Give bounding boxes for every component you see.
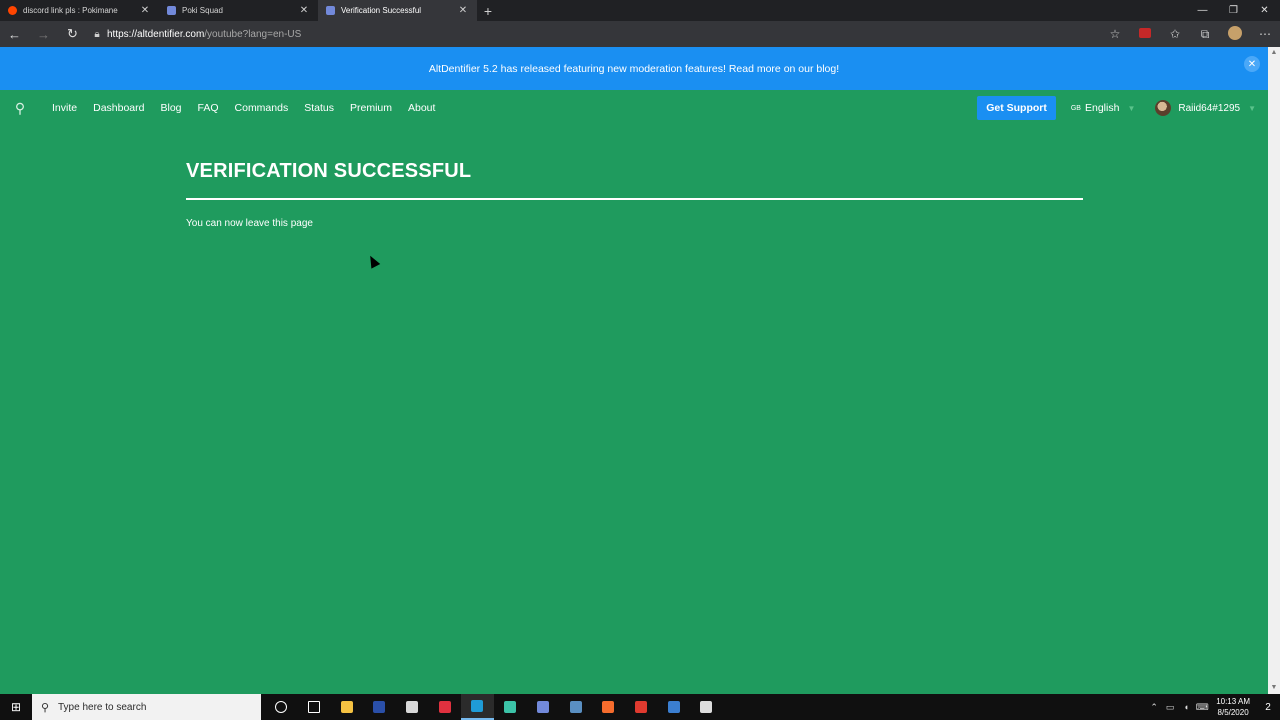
chevron-down-icon: ▼ xyxy=(1127,103,1136,113)
file-explorer-icon[interactable] xyxy=(330,694,363,720)
language-label: English xyxy=(1084,102,1120,114)
game-launcher-icon[interactable] xyxy=(527,694,560,720)
close-banner-icon[interactable]: ✕ xyxy=(1244,56,1260,72)
chevron-up-icon[interactable]: ⌃ xyxy=(1146,702,1162,713)
scroll-up-icon[interactable]: ▲ xyxy=(1268,47,1280,59)
edge-icon[interactable] xyxy=(461,694,494,720)
nav-status[interactable]: Status xyxy=(304,102,334,114)
tab-title: discord link pls : Pokimane xyxy=(23,6,118,15)
user-menu[interactable]: Raiid64#1295 ▼ xyxy=(1155,100,1256,116)
chevron-down-icon: ▼ xyxy=(1248,103,1256,113)
clock[interactable]: 10:13 AM 8/5/2020 xyxy=(1216,696,1250,718)
title-divider xyxy=(186,198,1083,200)
site-navbar: ⚲ Invite Dashboard Blog FAQ Commands Sta… xyxy=(0,90,1268,126)
browser-tab-bar: discord link pls : Pokimane ✕ Poki Squad… xyxy=(0,0,1280,21)
nav-invite[interactable]: Invite xyxy=(52,102,77,114)
site-logo-icon[interactable]: ⚲ xyxy=(0,100,40,117)
toolbar-actions: ☆ ✩ ⧉ ⋯ xyxy=(1100,21,1280,47)
obs-icon[interactable] xyxy=(396,694,429,720)
extension-icon[interactable] xyxy=(1130,27,1160,41)
scroll-down-icon[interactable]: ▼ xyxy=(1268,682,1280,694)
close-tab-icon[interactable]: ✕ xyxy=(298,5,310,16)
discord-like-icon[interactable] xyxy=(494,694,527,720)
url-host: https://altdentifier.com xyxy=(107,28,205,40)
discord-icon xyxy=(167,6,176,15)
profile-icon[interactable] xyxy=(1220,25,1250,43)
collections-icon[interactable]: ⧉ xyxy=(1190,27,1220,42)
favorite-star-icon[interactable]: ☆ xyxy=(1100,27,1130,41)
reddit-icon xyxy=(8,6,17,15)
windows-taskbar: ⊞ ⚲ Type here to search ⌃ ▭ ◖ ⌨ 10:13 AM… xyxy=(0,694,1280,720)
nav-dashboard[interactable]: Dashboard xyxy=(93,102,144,114)
page-content: ⚲ Invite Dashboard Blog FAQ Commands Sta… xyxy=(0,90,1268,694)
origin-icon[interactable] xyxy=(592,694,625,720)
browser-toolbar: ← → ↻ 🔒︎ https://altdentifier.com/youtub… xyxy=(0,21,1280,47)
taskbar-apps xyxy=(265,694,723,720)
new-tab-button[interactable]: + xyxy=(477,0,499,21)
get-support-button[interactable]: Get Support xyxy=(977,96,1056,120)
roblox-icon[interactable] xyxy=(625,694,658,720)
taskbar-search[interactable]: ⚲ Type here to search xyxy=(32,694,261,720)
avatar xyxy=(1155,100,1172,116)
mouse-cursor-icon xyxy=(365,253,381,269)
close-tab-icon[interactable]: ✕ xyxy=(139,5,151,16)
page-title: VERIFICATION SUCCESSFUL xyxy=(186,160,472,182)
uk-flag-icon: GB xyxy=(1070,104,1081,112)
volume-icon[interactable]: ◖ xyxy=(1178,702,1194,712)
username: Raiid64#1295 xyxy=(1178,102,1241,114)
photoshop-icon[interactable] xyxy=(363,694,396,720)
status-message: You can now leave this page xyxy=(186,218,313,229)
announcement-banner: AltDentifier 5.2 has released featuring … xyxy=(0,47,1268,90)
system-tray: ⌃ ▭ ◖ ⌨ 10:13 AM 8/5/2020 2 xyxy=(1146,694,1280,720)
back-icon[interactable]: ← xyxy=(0,21,29,47)
tab-pokimane[interactable]: discord link pls : Pokimane ✕ xyxy=(0,0,159,21)
announcement-text[interactable]: AltDentifier 5.2 has released featuring … xyxy=(429,63,839,75)
more-icon[interactable]: ⋯ xyxy=(1250,27,1280,41)
clock-time: 10:13 AM xyxy=(1216,697,1250,706)
close-tab-icon[interactable]: ✕ xyxy=(457,5,469,16)
lock-icon: 🔒︎ xyxy=(94,28,100,40)
search-placeholder: Type here to search xyxy=(58,701,147,713)
tab-title: Verification Successful xyxy=(341,6,422,15)
nav-about[interactable]: About xyxy=(408,102,435,114)
vertical-scrollbar[interactable]: ▲ ▼ xyxy=(1268,47,1280,694)
refresh-icon[interactable]: ↻ xyxy=(58,21,87,47)
nav-premium[interactable]: Premium xyxy=(350,102,392,114)
nav-blog[interactable]: Blog xyxy=(160,102,181,114)
favorites-icon[interactable]: ✩ xyxy=(1160,27,1190,41)
nav-right: Get Support GB English ▼ Raiid64#1295 ▼ xyxy=(977,96,1256,120)
keyboard-icon[interactable]: ⌨ xyxy=(1194,702,1210,713)
tab-verification[interactable]: Verification Successful ✕ xyxy=(318,0,477,21)
close-window-icon[interactable]: ✕ xyxy=(1249,0,1280,21)
terminal-icon[interactable] xyxy=(690,694,723,720)
tab-title: Poki Squad xyxy=(182,6,223,15)
altdentifier-icon xyxy=(326,6,335,15)
valorant-icon[interactable] xyxy=(428,694,461,720)
minimize-icon[interactable]: — xyxy=(1187,0,1218,21)
tab-poki-squad[interactable]: Poki Squad ✕ xyxy=(159,0,318,21)
cortana-icon[interactable] xyxy=(265,694,298,720)
nav-faq[interactable]: FAQ xyxy=(198,102,219,114)
search-icon: ⚲ xyxy=(40,701,50,714)
vs-icon[interactable] xyxy=(657,694,690,720)
notification-icon[interactable]: 2 xyxy=(1256,702,1280,713)
clock-date: 8/5/2020 xyxy=(1217,708,1249,717)
url-path: /youtube?lang=en-US xyxy=(204,28,302,40)
forward-icon[interactable]: → xyxy=(29,21,58,47)
steam-icon[interactable] xyxy=(559,694,592,720)
task-view-icon[interactable] xyxy=(298,694,331,720)
language-selector[interactable]: GB English ▼ xyxy=(1071,102,1136,114)
restore-icon[interactable]: ❐ xyxy=(1218,0,1249,21)
address-bar[interactable]: 🔒︎ https://altdentifier.com/youtube?lang… xyxy=(87,21,1100,47)
nav-commands[interactable]: Commands xyxy=(235,102,289,114)
window-controls: — ❐ ✕ xyxy=(1187,0,1280,21)
network-icon[interactable]: ▭ xyxy=(1162,702,1178,713)
windows-start-icon[interactable]: ⊞ xyxy=(0,694,32,720)
